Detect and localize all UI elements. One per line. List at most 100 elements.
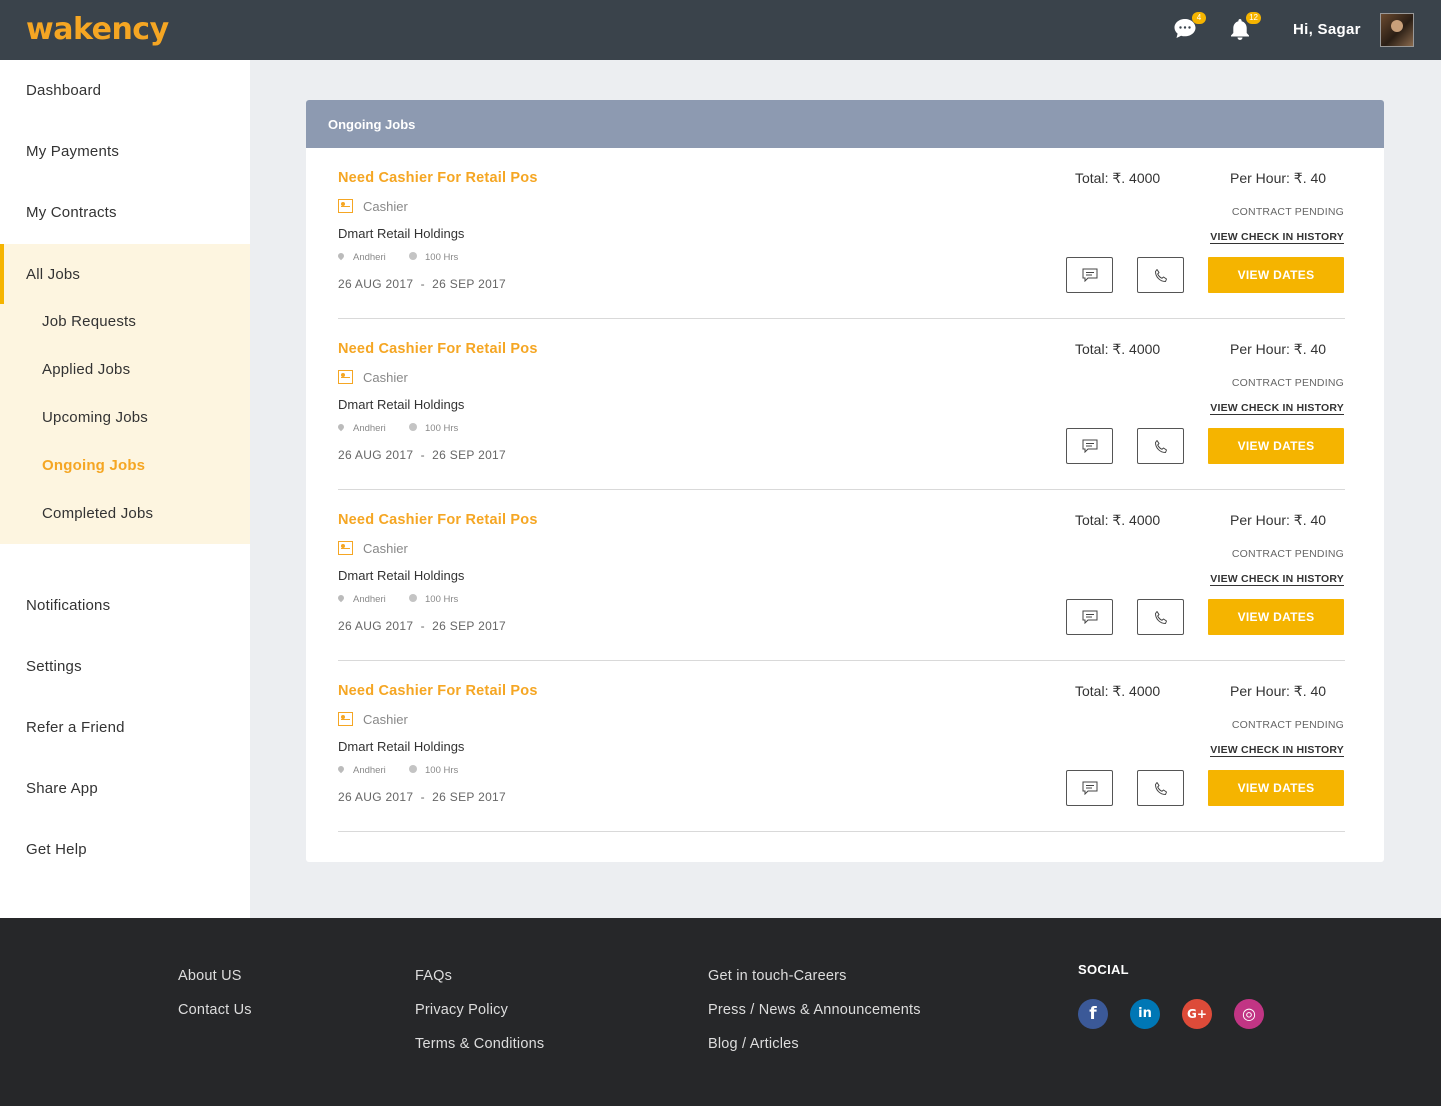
job-total: Total: ₹. 4000	[1075, 170, 1161, 186]
instagram-icon[interactable]: ◎	[1234, 999, 1264, 1029]
sidebar-item-all-jobs[interactable]: All Jobs	[0, 244, 250, 305]
card-title: Ongoing Jobs	[306, 100, 1384, 148]
job-dates: 26 AUG 2017 - 26 SEP 2017	[338, 448, 506, 462]
sidebar-item-completed-jobs[interactable]: Completed Jobs	[0, 490, 250, 538]
job-hours: 100 Hrs	[425, 252, 459, 263]
sidebar-item-my-contracts[interactable]: My Contracts	[0, 182, 250, 243]
footer-link-privacy-policy[interactable]: Privacy Policy	[415, 1002, 508, 1018]
ongoing-jobs-card: Ongoing Jobs Need Cashier For Retail Pos…	[306, 100, 1384, 862]
message-button[interactable]	[1066, 428, 1113, 464]
phone-icon	[1155, 269, 1167, 282]
job-company: Dmart Retail Holdings	[338, 397, 465, 412]
call-button[interactable]	[1137, 770, 1184, 806]
sidebar-item-dashboard[interactable]: Dashboard	[0, 60, 250, 121]
sidebar-item-get-help[interactable]: Get Help	[0, 819, 250, 880]
call-button[interactable]	[1137, 599, 1184, 635]
job-dates: 26 AUG 2017 - 26 SEP 2017	[338, 619, 506, 633]
google-plus-icon[interactable]: G+	[1182, 999, 1212, 1029]
contract-status: CONTRACT PENDING	[1231, 719, 1344, 731]
contract-status: CONTRACT PENDING	[1231, 548, 1344, 560]
location-pin-icon	[336, 593, 346, 603]
image-icon	[338, 370, 353, 384]
notifications-badge: 12	[1246, 12, 1261, 24]
job-title[interactable]: Need Cashier For Retail Pos	[338, 170, 538, 186]
job-item: Need Cashier For Retail Pos Cashier Dmar…	[336, 319, 1345, 490]
view-check-in-history-link[interactable]: VIEW CHECK IN HISTORY	[1210, 402, 1344, 415]
view-check-in-history-link[interactable]: VIEW CHECK IN HISTORY	[1210, 231, 1344, 244]
clock-icon	[409, 252, 417, 260]
job-total: Total: ₹. 4000	[1075, 512, 1161, 528]
job-location: Andheri	[353, 594, 386, 605]
sidebar-item-notifications[interactable]: Notifications	[0, 575, 250, 636]
job-hourly-rate: Per Hour: ₹. 40	[1230, 512, 1327, 528]
footer-link-about-us[interactable]: About US	[178, 968, 242, 984]
message-button[interactable]	[1066, 770, 1113, 806]
linkedin-icon[interactable]: in	[1130, 999, 1160, 1029]
sidebar-item-refer-a-friend[interactable]: Refer a Friend	[0, 697, 250, 758]
sidebar-item-ongoing-jobs[interactable]: Ongoing Jobs	[0, 442, 250, 490]
job-role: Cashier	[363, 541, 408, 556]
sidebar-item-share-app[interactable]: Share App	[0, 758, 250, 819]
image-icon	[338, 712, 353, 726]
message-button[interactable]	[1066, 599, 1113, 635]
job-title[interactable]: Need Cashier For Retail Pos	[338, 683, 538, 699]
view-check-in-history-link[interactable]: VIEW CHECK IN HISTORY	[1210, 573, 1344, 586]
logo[interactable]: wakency	[26, 12, 169, 47]
chat-icon	[1082, 610, 1098, 624]
sidebar-item-applied-jobs[interactable]: Applied Jobs	[0, 346, 250, 394]
avatar[interactable]	[1380, 13, 1414, 47]
footer-link-terms[interactable]: Terms & Conditions	[415, 1036, 544, 1052]
contract-status: CONTRACT PENDING	[1231, 206, 1344, 218]
sidebar-item-my-payments[interactable]: My Payments	[0, 121, 250, 182]
all-jobs-group: All Jobs Job Requests Applied Jobs Upcom…	[0, 244, 250, 544]
job-title[interactable]: Need Cashier For Retail Pos	[338, 512, 538, 528]
footer-link-contact-us[interactable]: Contact Us	[178, 1002, 252, 1018]
job-role: Cashier	[363, 712, 408, 727]
job-dates: 26 AUG 2017 - 26 SEP 2017	[338, 790, 506, 804]
clock-icon	[409, 765, 417, 773]
phone-icon	[1155, 440, 1167, 453]
view-check-in-history-link[interactable]: VIEW CHECK IN HISTORY	[1210, 744, 1344, 757]
job-company: Dmart Retail Holdings	[338, 568, 465, 583]
job-role: Cashier	[363, 370, 408, 385]
clock-icon	[409, 423, 417, 431]
view-dates-button[interactable]: VIEW DATES	[1208, 770, 1344, 806]
sidebar-item-settings[interactable]: Settings	[0, 636, 250, 697]
contract-status: CONTRACT PENDING	[1231, 377, 1344, 389]
image-icon	[338, 199, 353, 213]
chat-icon	[1082, 439, 1098, 453]
job-total: Total: ₹. 4000	[1075, 683, 1161, 699]
job-title[interactable]: Need Cashier For Retail Pos	[338, 341, 538, 357]
footer-link-blog[interactable]: Blog / Articles	[708, 1036, 799, 1052]
chat-icon	[1082, 268, 1098, 282]
footer-link-faqs[interactable]: FAQs	[415, 968, 452, 984]
chat-icon	[1082, 781, 1098, 795]
job-role: Cashier	[363, 199, 408, 214]
job-hourly-rate: Per Hour: ₹. 40	[1230, 683, 1327, 699]
phone-icon	[1155, 611, 1167, 624]
job-location: Andheri	[353, 765, 386, 776]
facebook-icon[interactable]: f	[1078, 999, 1108, 1029]
message-button[interactable]	[1066, 257, 1113, 293]
call-button[interactable]	[1137, 257, 1184, 293]
footer-link-careers[interactable]: Get in touch-Careers	[708, 968, 847, 984]
messages-badge: 4	[1192, 12, 1206, 24]
view-dates-button[interactable]: VIEW DATES	[1208, 428, 1344, 464]
job-item: Need Cashier For Retail Pos Cashier Dmar…	[336, 661, 1345, 832]
user-greeting[interactable]: Hi, Sagar	[1293, 21, 1361, 38]
messages-icon[interactable]: 4	[1172, 12, 1206, 44]
footer-link-press[interactable]: Press / News & Announcements	[708, 1002, 921, 1018]
footer: About US Contact Us FAQs Privacy Policy …	[0, 918, 1441, 1106]
view-dates-button[interactable]: VIEW DATES	[1208, 257, 1344, 293]
view-dates-button[interactable]: VIEW DATES	[1208, 599, 1344, 635]
job-company: Dmart Retail Holdings	[338, 739, 465, 754]
job-hourly-rate: Per Hour: ₹. 40	[1230, 170, 1327, 186]
job-hours: 100 Hrs	[425, 594, 459, 605]
job-location: Andheri	[353, 252, 386, 263]
call-button[interactable]	[1137, 428, 1184, 464]
sidebar-item-job-requests[interactable]: Job Requests	[0, 298, 250, 346]
job-item: Need Cashier For Retail Pos Cashier Dmar…	[336, 490, 1345, 661]
sidebar-item-upcoming-jobs[interactable]: Upcoming Jobs	[0, 394, 250, 442]
clock-icon	[409, 594, 417, 602]
bell-icon[interactable]: 12	[1227, 12, 1261, 44]
